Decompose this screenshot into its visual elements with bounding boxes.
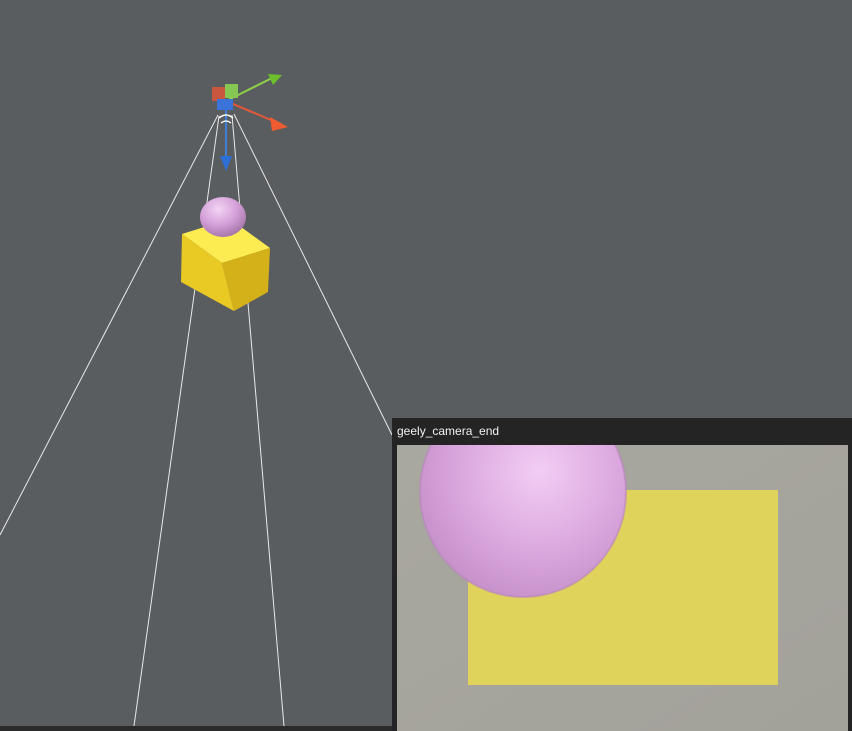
- camera-preview-render: [397, 445, 848, 731]
- transform-gizmo[interactable]: [212, 74, 288, 171]
- camera-preview-title: geely_camera_end: [397, 424, 500, 438]
- camera-preview-panel[interactable]: geely_camera_end: [392, 418, 852, 731]
- camera-frustum: [0, 113, 393, 727]
- x-axis-handle[interactable]: [270, 117, 288, 131]
- z-axis-handle[interactable]: [220, 156, 232, 171]
- sphere-object[interactable]: [200, 197, 246, 237]
